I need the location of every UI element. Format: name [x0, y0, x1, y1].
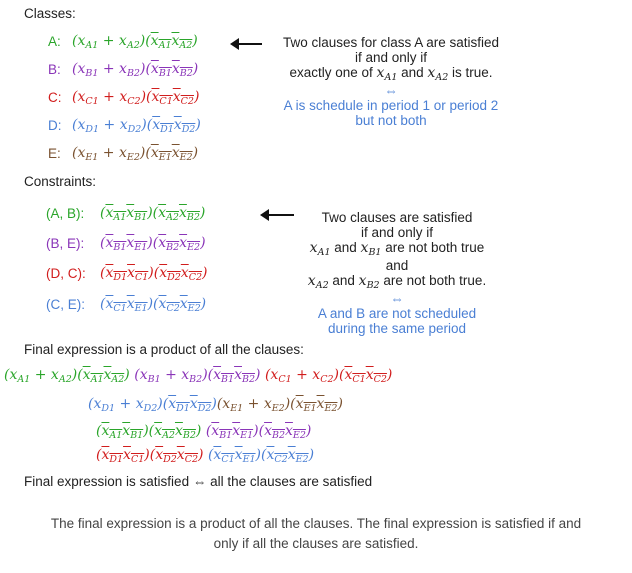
constraint-note-line6: A and B are not scheduled [317, 306, 477, 321]
class-label-c: C: [48, 90, 62, 105]
class-note-line2: if and only if [354, 50, 428, 65]
final-heading: Final expression is a product of all the… [24, 342, 304, 357]
constraint-note-line2: if and only if [360, 225, 434, 240]
constraints-heading: Constraints: [24, 174, 97, 189]
constraint-label-dc: (D, C): [46, 266, 86, 281]
final-expression-line-4: (xD1xC1)(xD2xC2) (xC1xE1)(xC2xE2) [96, 447, 315, 465]
constraint-expression-ab: (xA1xB1)(xA2xB2) [100, 205, 206, 223]
classes-heading: Classes: [24, 6, 76, 21]
constraint-note-line4: and [385, 258, 409, 273]
final-expression-line-2: (xD1 + xD2)(xD1xD2)(xE1 + xE2)(xE1xE2) [88, 396, 343, 414]
constraint-label-be: (B, E): [46, 236, 85, 251]
class-expression-a: (xA1 + xA2)(xA1xA2) [72, 33, 198, 51]
class-note-line3: exactly one of xA1 and xA2 is true. [289, 65, 493, 83]
caption-line2: only if all the clauses are satisfied. [213, 536, 419, 551]
class-expression-c: (xC1 + xC2)(xC1xC2) [72, 89, 200, 107]
caption: The final expression is a product of all… [0, 514, 632, 554]
class-note-line4: A is schedule in period 1 or period 2 [283, 98, 499, 113]
class-label-d: D: [48, 118, 62, 133]
final-expression-line-1: (xA1 + xA2)(xA1xA2) (xB1 + xB2)(xB1xB2) … [4, 367, 393, 385]
constraint-note-line5: xA2 and xB2 are not both true. [307, 273, 487, 291]
constraint-expression-ce: (xC1xE1)(xC2xE2) [100, 296, 207, 314]
constraint-label-ab: (A, B): [46, 206, 85, 221]
constraint-expression-dc: (xD1xC1)(xD2xC2) [100, 265, 208, 283]
class-expression-e: (xE1 + xE2)(xE1xE2) [72, 145, 199, 163]
class-note-line1: Two clauses for class A are satisfied [282, 35, 500, 50]
constraint-note-line1: Two clauses are satisfied [321, 210, 473, 225]
class-note: Two clauses for class A are satisfied if… [262, 35, 520, 128]
left-arrow-icon [230, 38, 262, 50]
constraint-note-line7: during the same period [327, 321, 467, 336]
class-label-b: B: [48, 62, 61, 77]
constraint-note: Two clauses are satisfied if and only if… [290, 210, 504, 336]
class-label-a: A: [48, 34, 61, 49]
class-expression-b: (xB1 + xB2)(xB1xB2) [72, 61, 199, 79]
class-label-e: E: [48, 146, 61, 161]
class-note-equiv: ⇔ [384, 83, 398, 98]
constraint-expression-be: (xB1xE1)(xB2xE2) [100, 235, 206, 253]
constraint-note-line3: xA1 and xB1 are not both true [309, 240, 485, 258]
class-expression-d: (xD1 + xD2)(xD1xD2) [72, 117, 201, 135]
constraint-note-equiv: ⇔ [390, 291, 404, 306]
caption-line1: The final expression is a product of all… [50, 516, 582, 531]
final-satisfied: Final expression is satisfied ⇔ all the … [24, 474, 373, 489]
class-note-line5: but not both [355, 113, 427, 128]
final-expression-line-3: (xA1xB1)(xA2xB2) (xB1xE1)(xB2xE2) [96, 423, 312, 441]
constraint-label-ce: (C, E): [46, 297, 85, 312]
